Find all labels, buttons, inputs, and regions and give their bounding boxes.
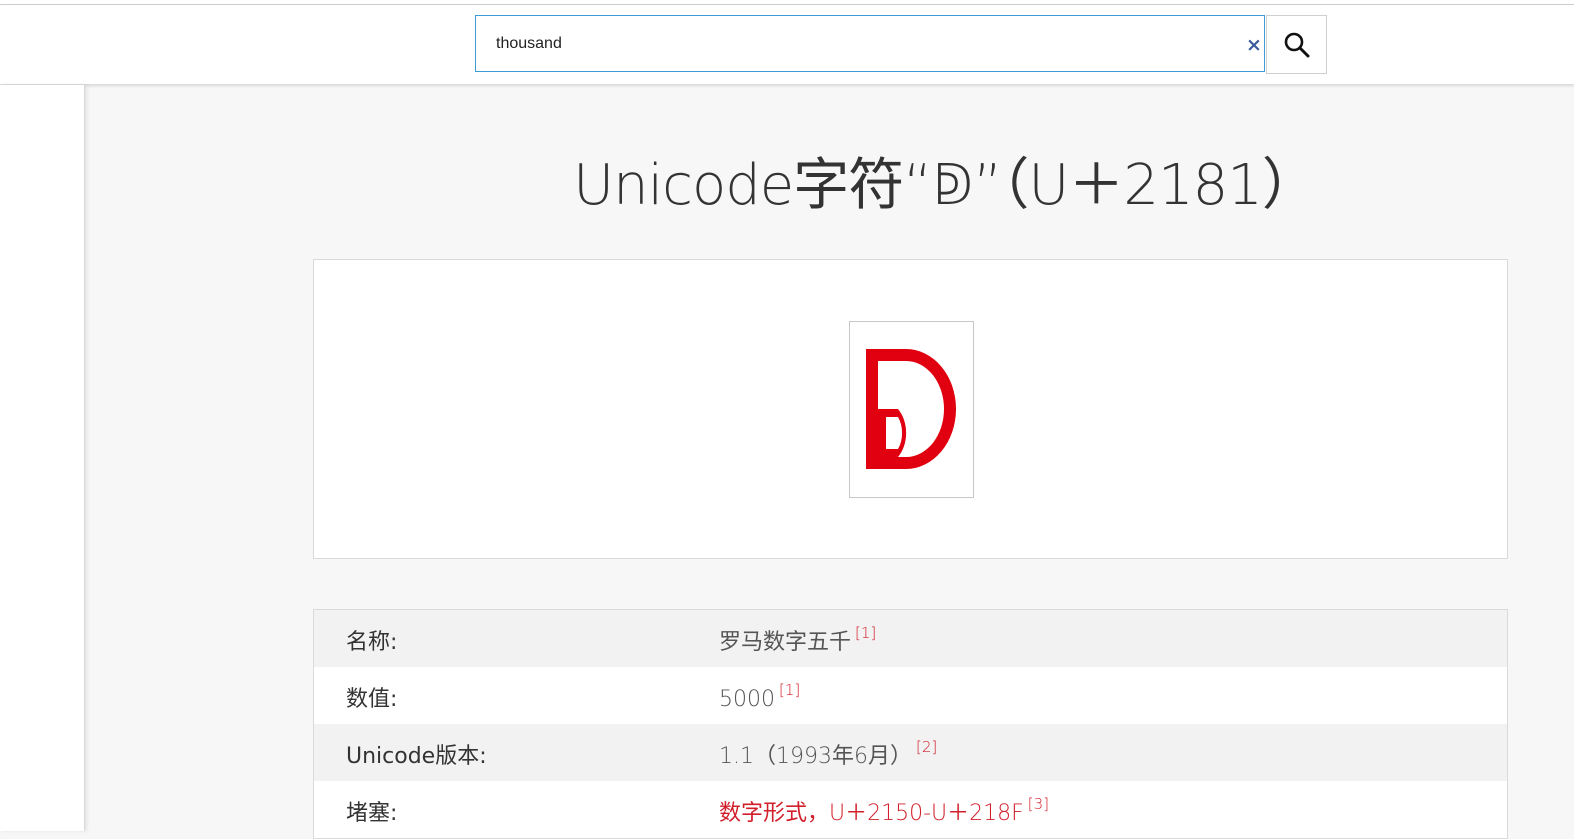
search-box[interactable]: × xyxy=(475,15,1265,72)
roman-five-thousand-glyph xyxy=(866,349,956,469)
reference-link[interactable]: [1] xyxy=(779,681,800,699)
search-input[interactable] xyxy=(496,32,1216,56)
info-row-value: 数值: 5000 [1] xyxy=(314,667,1507,724)
info-row-name: 名称: 罗马数字五千 [1] xyxy=(314,610,1507,667)
info-row-unicode-version: Unicode版本: 1.1（1993年6月） [2] xyxy=(314,724,1507,781)
glyph-image xyxy=(849,321,974,498)
character-info-table: 名称: 罗马数字五千 [1] 数值: 5000 [1] Unicode版本: 1.1… xyxy=(313,609,1508,839)
reference-link[interactable]: [1] xyxy=(855,624,876,642)
info-row-block: 堵塞: 数字形式，U＋2150-U＋218F [3] xyxy=(314,781,1507,838)
info-key: 数值: xyxy=(346,687,398,712)
sidebar-clipped-item[interactable] xyxy=(0,177,6,195)
reference-link[interactable]: [2] xyxy=(916,738,937,756)
info-value: 罗马数字五千 [1] xyxy=(719,624,877,655)
magnifier-icon xyxy=(1284,32,1310,58)
info-value: 1.1（1993年6月） [2] xyxy=(719,738,938,769)
reference-link[interactable]: [3] xyxy=(1028,795,1049,813)
header-bar: × xyxy=(0,5,1574,85)
block-link[interactable]: 数字形式，U＋2150-U＋218F [3] xyxy=(719,795,1049,827)
info-key: Unicode版本: xyxy=(346,744,487,769)
info-key: 名称: xyxy=(346,630,398,655)
character-figure xyxy=(313,259,1508,559)
info-value: 5000 [1] xyxy=(719,681,801,712)
sidebar xyxy=(0,85,85,831)
search-button[interactable] xyxy=(1266,15,1327,74)
page-title: Unicode字符“ↁ”（U＋2181） xyxy=(573,153,1318,218)
clear-search-button[interactable]: × xyxy=(1244,34,1264,56)
info-key: 堵塞: xyxy=(346,801,398,826)
